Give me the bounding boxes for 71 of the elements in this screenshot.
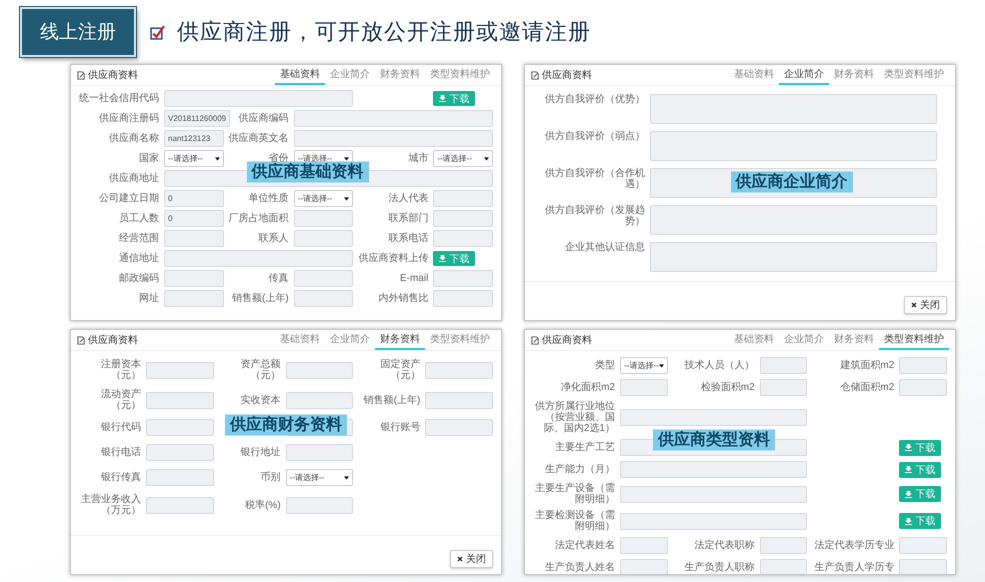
field-label: 生产负责人职称 [684, 562, 755, 573]
field-label: 主要生产设备（需附明细） [535, 483, 615, 505]
field-label: 流动资产（元） [101, 389, 141, 411]
field-label: 城市 [408, 153, 428, 164]
field-label: 联系电话 [388, 233, 428, 244]
field-label: 厂房占地面积 [228, 213, 289, 224]
field-label: 主要检测设备（需附明细） [535, 510, 615, 532]
field-label: 邮政编码 [119, 273, 159, 284]
field-label: 供应商英文名 [228, 133, 289, 144]
field-label: 销售额(上年) [364, 394, 420, 406]
field-label: 固定资产（元） [380, 359, 420, 381]
dialog-title: 供应商资料 [542, 334, 592, 347]
field-label: 技术人员（人） [684, 360, 755, 371]
page-title: 供应商注册，可开放公开注册或邀请注册 [177, 18, 591, 46]
field-label: 国家 [139, 153, 159, 164]
field-label: 网址 [139, 293, 159, 304]
field-label: 银行代码 [101, 422, 141, 433]
field-label: E-mail [400, 273, 428, 284]
dialog-title: 供应商资料 [88, 334, 138, 347]
field-label: 统一社会信用代码 [79, 93, 159, 104]
field-label: 法定代表学历专业 [814, 540, 894, 551]
field-label: 生产负责人学历专 [814, 562, 894, 573]
caption-tooltip: 供应商财务资料 [225, 414, 347, 436]
field-label: 法定代表姓名 [555, 540, 615, 551]
field-label: 检验面积m2 [700, 382, 755, 393]
field-label: 供应商名称 [109, 133, 159, 144]
field-label: 供应商地址 [109, 173, 159, 184]
caption-tooltip: 供应商企业简介 [730, 172, 853, 193]
field-label: 资产总额（元） [240, 359, 281, 381]
field-label: 银行电话 [101, 447, 141, 458]
field-label: 供方自我评价（发展趋势） [545, 205, 645, 227]
field-label: 币别 [260, 472, 281, 483]
field-label: 银行传真 [101, 472, 141, 483]
field-label: 供方自我评价（弱点） [545, 131, 645, 142]
field-label: 法定代表职称 [694, 540, 755, 551]
field-label: 建筑面积m2 [840, 360, 894, 371]
field-label: 银行地址 [240, 447, 281, 458]
field-label: 主要生产工艺 [555, 442, 615, 453]
field-label: 员工人数 [119, 213, 159, 224]
field-label: 仓储面积m2 [840, 382, 894, 393]
field-label: 联系部门 [388, 213, 428, 224]
field-label: 企业其他认证信息 [565, 242, 645, 253]
field-label: 联系人 [258, 233, 289, 244]
field-label: 注册资本（元） [101, 359, 141, 381]
section-badge: 线上注册 [20, 7, 136, 57]
field-label: 传真 [268, 273, 289, 284]
field-label: 供应商资料上传 [358, 253, 428, 264]
field-label: 净化面积m2 [561, 382, 615, 393]
field-label: 法人代表 [388, 193, 428, 204]
field-label: 生产能力（月） [545, 464, 615, 475]
field-label: 内外销售比 [378, 293, 428, 304]
dialog-title: 供应商资料 [88, 68, 138, 82]
caption-tooltip: 供应商类型资料 [653, 429, 776, 450]
field-label: 供应商注册码 [99, 113, 159, 124]
field-label: 银行账号 [380, 422, 420, 433]
field-label: 经营范围 [119, 233, 159, 244]
field-label: 单位性质 [248, 193, 289, 204]
field-label: 供方所属行业地位（按营业额、国际、国内2选1） [535, 401, 615, 434]
caption-tooltip: 供应商基础资料 [246, 162, 368, 183]
field-label: 通信地址 [119, 253, 159, 264]
field-label: 公司建立日期 [99, 193, 159, 204]
field-label: 实收资本 [240, 394, 281, 406]
field-label: 税率(%) [245, 500, 281, 510]
field-label: 供方自我评价（合作机遇） [545, 168, 645, 190]
field-label: 生产负责人姓名 [545, 562, 615, 573]
field-label: 类型 [595, 360, 615, 371]
dialog-title: 供应商资料 [542, 68, 592, 82]
field-label: 供应商编码 [238, 113, 289, 124]
field-label: 主营业务收入（万元） [81, 494, 141, 516]
field-label: 销售额(上年) [232, 293, 289, 304]
field-label: 供方自我评价（优势） [545, 94, 645, 105]
